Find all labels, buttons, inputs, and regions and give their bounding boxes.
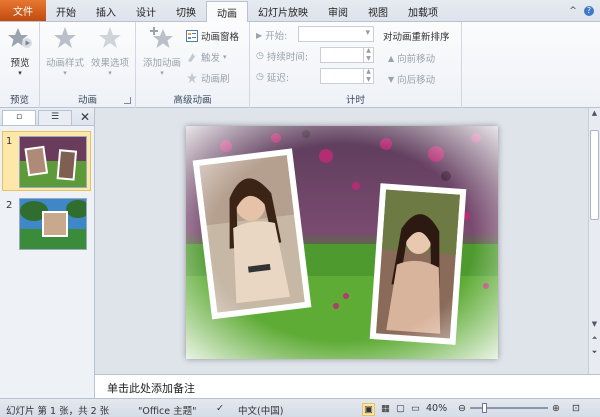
- scrollbar-thumb[interactable]: [590, 130, 599, 220]
- animation-painter-icon: [187, 73, 197, 83]
- group-label-advanced-animation: 高级动画: [173, 95, 212, 106]
- ribbon-animations: 预览 ▾ 预览 动画样式 ▾ 效果选项 ▾ 动画 添加动画 ▾ 动画窗格 触发 …: [0, 22, 600, 108]
- group-preview: 预览 ▾ 预览: [0, 22, 40, 108]
- tab-addins[interactable]: 加载项: [398, 1, 448, 21]
- close-pane-icon[interactable]: ✕: [80, 110, 90, 124]
- slides-pane: ▫ ☰ ✕ 1 2: [0, 108, 95, 398]
- slide-1-thumbnail-image: [20, 137, 86, 187]
- outline-view-icon: ☰: [50, 112, 60, 122]
- slideshow-view-icon[interactable]: ▭: [411, 403, 420, 416]
- add-animation-star-icon: [150, 27, 173, 48]
- slide-number-2: 2: [6, 200, 13, 211]
- slide-2-thumbnail-image: [20, 199, 86, 249]
- tab-insert[interactable]: 插入: [86, 1, 126, 21]
- status-bar: 幻灯片 第 1 张，共 2 张 "Office 主题" ✓ 中文(中国) ▣ ▦…: [0, 398, 600, 417]
- preview-button[interactable]: 预览 ▾: [3, 26, 37, 77]
- duration-clock-icon: ◷: [256, 51, 264, 61]
- zoom-out-icon[interactable]: ⊖: [458, 403, 466, 414]
- theme-status[interactable]: "Office 主题": [138, 403, 197, 417]
- tab-outline-view[interactable]: ☰: [38, 110, 72, 125]
- tab-design[interactable]: 设计: [126, 1, 166, 21]
- animation-style-star-icon: [54, 27, 76, 48]
- reading-view-icon[interactable]: ▢: [396, 403, 405, 416]
- animation-pane-button[interactable]: 动画窗格: [186, 29, 239, 43]
- delay-clock-icon: ◷: [256, 72, 264, 82]
- tab-review[interactable]: 审阅: [318, 1, 358, 21]
- add-animation-button[interactable]: 添加动画 ▾: [140, 26, 184, 77]
- pane-tabs: ▫ ☰ ✕: [0, 108, 94, 126]
- animation-painter-button[interactable]: 动画刷: [186, 71, 230, 85]
- tab-animations[interactable]: 动画: [206, 1, 248, 22]
- zoom-level[interactable]: 40%: [426, 403, 447, 414]
- normal-view-icon[interactable]: ▣: [362, 403, 375, 416]
- next-slide-icon[interactable]: ⏷: [589, 348, 600, 359]
- effect-options-button[interactable]: 效果选项 ▾: [88, 26, 132, 77]
- tab-view[interactable]: 视图: [358, 1, 398, 21]
- effect-options-star-icon: [99, 27, 121, 48]
- arrow-down-icon: ▼: [388, 74, 395, 84]
- previous-slide-icon[interactable]: ⏶: [589, 334, 600, 345]
- help-icon[interactable]: ?: [584, 6, 594, 16]
- slide-background-image: [186, 126, 498, 359]
- zoom-slider-handle[interactable]: [482, 403, 487, 413]
- move-earlier-button[interactable]: ▲ 向前移动: [388, 51, 435, 66]
- animation-styles-button[interactable]: 动画样式 ▾: [44, 26, 86, 77]
- scroll-up-icon[interactable]: ▲: [589, 109, 600, 120]
- tab-home[interactable]: 开始: [46, 1, 86, 21]
- group-animation: 动画样式 ▾ 效果选项 ▾ 动画: [40, 22, 136, 108]
- tab-slideshow[interactable]: 幻灯片放映: [248, 1, 318, 21]
- group-advanced-animation: 添加动画 ▾ 动画窗格 触发 ▾ 动画刷 高级动画: [136, 22, 250, 108]
- view-buttons: ▣ ▦ ▢ ▭: [362, 403, 420, 416]
- delay-label: ◷ 延迟:: [256, 72, 290, 84]
- preview-star-icon: [8, 28, 32, 48]
- scroll-down-icon[interactable]: ▼: [589, 320, 600, 331]
- slide-number-1: 1: [6, 136, 13, 147]
- current-slide[interactable]: [186, 126, 498, 359]
- duration-spinner[interactable]: ▲ ▼: [363, 47, 373, 63]
- slide-sorter-view-icon[interactable]: ▦: [381, 403, 390, 416]
- group-timing: ▶ 开始: ◷ 持续时间: ▲▼ ◷ 延迟: ▲▼ 对动画重新排序 ▲ 向前移动…: [250, 22, 462, 108]
- language-status[interactable]: 中文(中国): [238, 403, 283, 417]
- move-later-button[interactable]: ▼ 向后移动: [388, 72, 435, 87]
- slide-thumbnail-1[interactable]: [19, 136, 87, 188]
- zoom-in-icon[interactable]: ⊕: [552, 403, 560, 414]
- group-label-animation: 动画: [77, 95, 97, 106]
- slide-thumbnail-2[interactable]: [19, 198, 87, 250]
- delay-spinner[interactable]: ▲ ▼: [363, 68, 373, 84]
- tab-transitions[interactable]: 切换: [166, 1, 206, 21]
- reorder-title: 对动画重新排序: [383, 32, 450, 43]
- group-label-timing: 计时: [345, 95, 365, 106]
- fit-to-window-icon[interactable]: ⊡: [572, 403, 580, 414]
- trigger-button[interactable]: 触发 ▾: [186, 50, 227, 64]
- duration-label: ◷ 持续时间:: [256, 51, 309, 63]
- start-dropdown[interactable]: [298, 26, 374, 42]
- tab-file[interactable]: 文件: [0, 0, 46, 21]
- start-label: ▶ 开始:: [256, 30, 288, 43]
- notes-placeholder[interactable]: 单击此处添加备注: [107, 380, 195, 396]
- minimize-ribbon-icon[interactable]: ^: [568, 6, 578, 16]
- notes-pane[interactable]: 单击此处添加备注: [95, 374, 600, 398]
- tab-slides-view[interactable]: ▫: [2, 110, 36, 125]
- animation-dialog-launcher-icon[interactable]: [124, 97, 131, 104]
- slides-view-icon: ▫: [15, 112, 23, 122]
- animation-pane-icon: [186, 30, 198, 42]
- group-label-preview: 预览: [9, 95, 29, 106]
- spellcheck-icon[interactable]: ✓: [216, 403, 224, 414]
- slide-position-status: 幻灯片 第 1 张，共 2 张: [6, 406, 110, 417]
- ribbon-tab-bar: 文件 开始 插入 设计 切换 动画 幻灯片放映 审阅 视图 加载项 ^ ?: [0, 0, 600, 22]
- start-play-icon: ▶: [256, 30, 263, 40]
- arrow-up-icon: ▲: [388, 53, 395, 63]
- vertical-scrollbar[interactable]: ▲ ▼ ⏶ ⏷: [588, 108, 600, 374]
- trigger-icon: [188, 53, 196, 62]
- slide-editing-area[interactable]: [95, 108, 588, 374]
